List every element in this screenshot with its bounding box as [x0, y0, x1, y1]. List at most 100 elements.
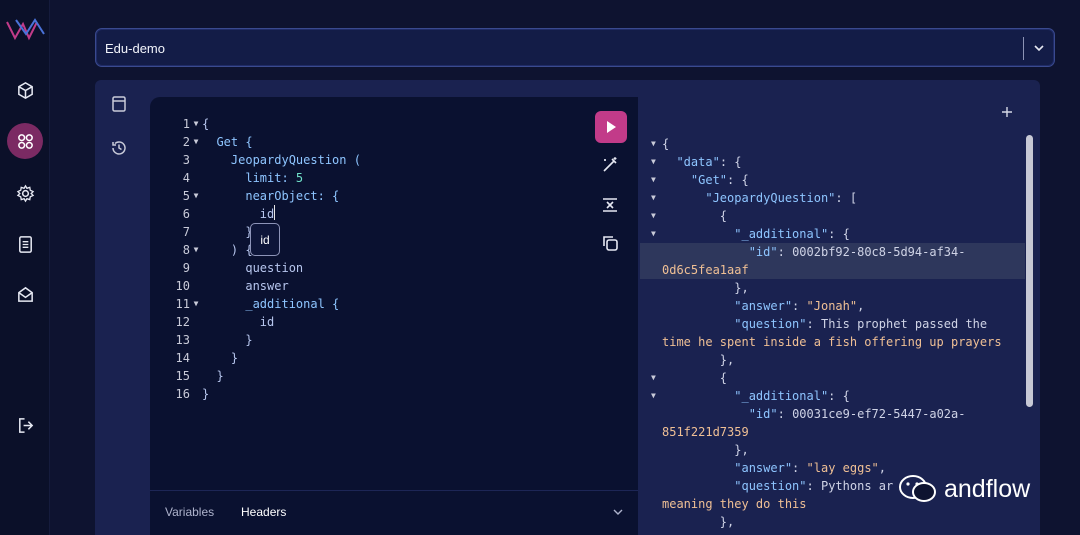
result-text: meaning they do this: [662, 497, 807, 511]
fold-toggle[interactable]: ▼: [651, 387, 656, 405]
add-tab-icon[interactable]: [1000, 105, 1014, 119]
fold-toggle: [190, 169, 202, 187]
code-line[interactable]: 10 answer: [160, 277, 361, 295]
query-code[interactable]: 1 ▼{2 ▼ Get {3 JeopardyQuestion (4 limit: …: [160, 115, 361, 403]
fold-toggle[interactable]: ▼: [651, 369, 656, 387]
result-text: 0d6c5fea1aaf: [662, 263, 749, 277]
code-text: id: [202, 315, 275, 329]
line-number: 12: [175, 315, 190, 329]
fold-toggle[interactable]: ▼: [190, 241, 202, 259]
chevron-down-icon[interactable]: [612, 506, 624, 518]
code-line[interactable]: 11 ▼ _additional {: [160, 295, 361, 313]
result-line: ▼ "_additional": {: [640, 225, 1025, 243]
code-line[interactable]: 14 }: [160, 349, 361, 367]
docs-button[interactable]: [7, 226, 43, 262]
result-line: ▼ {: [640, 369, 1025, 387]
logout-button[interactable]: [7, 407, 43, 443]
result-text: "_additional": {: [734, 389, 850, 403]
autocomplete-popup[interactable]: id: [250, 223, 280, 256]
result-text: },: [662, 353, 735, 367]
code-line[interactable]: 12 id: [160, 313, 361, 331]
result-text: "answer": "lay eggs",: [734, 461, 886, 475]
left-rail: [0, 0, 50, 535]
history-icon[interactable]: [109, 138, 129, 158]
code-text: }: [202, 351, 239, 365]
tab-variables[interactable]: Variables: [165, 505, 214, 519]
code-line[interactable]: 4 limit: 5: [160, 169, 361, 187]
messages-button[interactable]: [7, 276, 43, 312]
fold-toggle[interactable]: ▼: [651, 135, 656, 153]
result-line: },: [640, 441, 1025, 459]
fold-toggle: [190, 223, 202, 241]
result-text: "data": {: [676, 155, 742, 169]
save-query-icon[interactable]: [109, 94, 129, 114]
code-line[interactable]: 2 ▼ Get {: [160, 133, 361, 151]
schema-button[interactable]: [7, 72, 43, 108]
code-line[interactable]: 6 id: [160, 205, 361, 223]
fold-toggle: [190, 367, 202, 385]
code-text: ) {: [202, 243, 253, 257]
code-line[interactable]: 5 ▼ nearObject: {: [160, 187, 361, 205]
grid-icon: [17, 133, 33, 149]
code-line[interactable]: 3 JeopardyQuestion (: [160, 151, 361, 169]
watermark: andflow: [898, 472, 1048, 506]
text-caret: [274, 205, 276, 220]
result-text: {: [662, 209, 728, 223]
result-line: },: [640, 513, 1025, 531]
copy-icon[interactable]: [600, 233, 620, 253]
run-query-button[interactable]: [595, 111, 627, 143]
result-text: },: [662, 515, 735, 529]
gear-icon: [16, 184, 34, 202]
result-text: "_additional": {: [734, 227, 850, 241]
result-line: ▼ "data": {: [640, 153, 1025, 171]
result-text: "id": 00031ce9-ef72-5447-a02a-: [748, 407, 966, 421]
fold-toggle[interactable]: ▼: [190, 295, 202, 313]
code-line[interactable]: 16}: [160, 385, 361, 403]
result-text: "question": This prophet passed the: [734, 317, 988, 331]
result-scrollbar[interactable]: [1026, 135, 1033, 407]
result-line: ▼ "Get": {: [640, 171, 1025, 189]
tab-headers[interactable]: Headers: [241, 505, 286, 519]
fold-toggle[interactable]: ▼: [651, 207, 656, 225]
result-text: },: [662, 443, 749, 457]
code-line[interactable]: 13 }: [160, 331, 361, 349]
code-text: nearObject: {: [202, 189, 340, 203]
result-line: 0d6c5fea1aaf: [640, 261, 1025, 279]
line-number: 7: [182, 225, 190, 239]
code-line[interactable]: 9 question: [160, 259, 361, 277]
result-line: ▼ {: [640, 207, 1025, 225]
fold-toggle: [190, 205, 202, 223]
line-number: 16: [175, 387, 190, 401]
fold-toggle[interactable]: ▼: [651, 189, 656, 207]
settings-button[interactable]: [7, 175, 43, 211]
result-line: time he spent inside a fish offering up …: [640, 333, 1025, 351]
result-line: 851f221d7359: [640, 423, 1025, 441]
prettify-icon[interactable]: [600, 155, 620, 175]
result-text: "question": Pythons ar: [734, 479, 894, 493]
merge-fragments-icon[interactable]: [600, 195, 620, 215]
result-pane[interactable]: ▼{▼ "data": {▼ "Get": {▼ "JeopardyQuesti…: [640, 97, 1040, 535]
result-text: "JeopardyQuestion": [: [705, 191, 858, 205]
code-line[interactable]: 1 ▼{: [160, 115, 361, 133]
code-line[interactable]: 15 }: [160, 367, 361, 385]
code-text: }: [202, 225, 253, 239]
result-line: },: [640, 279, 1025, 297]
autocomplete-item[interactable]: id: [260, 233, 269, 247]
dataset-selector[interactable]: Edu-demo: [95, 28, 1055, 67]
fold-toggle[interactable]: ▼: [190, 133, 202, 151]
fold-toggle[interactable]: ▼: [190, 187, 202, 205]
fold-toggle: [190, 151, 202, 169]
cube-icon: [17, 81, 33, 99]
chevron-down-icon[interactable]: [1033, 42, 1045, 54]
fold-toggle: [190, 277, 202, 295]
fold-toggle[interactable]: ▼: [651, 225, 656, 243]
fold-toggle[interactable]: ▼: [651, 153, 656, 171]
query-editor[interactable]: 1 ▼{2 ▼ Get {3 JeopardyQuestion (4 limit: …: [150, 97, 638, 535]
fold-toggle[interactable]: ▼: [651, 171, 656, 189]
line-number: 3: [182, 153, 190, 167]
result-text: time he spent inside a fish offering up …: [662, 335, 1002, 349]
line-number: 6: [182, 207, 190, 221]
query-button[interactable]: [7, 123, 43, 159]
result-line: "answer": "Jonah",: [640, 297, 1025, 315]
fold-toggle[interactable]: ▼: [190, 115, 202, 133]
